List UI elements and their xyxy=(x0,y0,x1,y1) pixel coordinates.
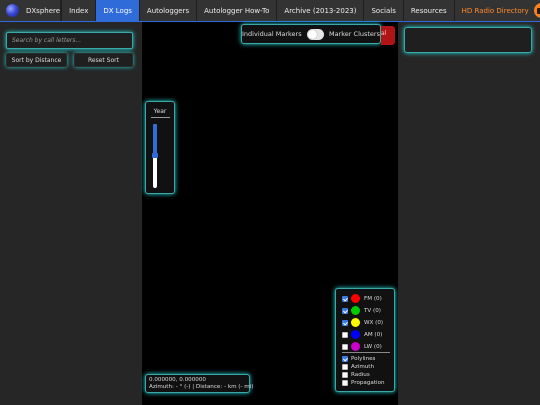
polylines-label: Polylines xyxy=(351,356,376,362)
coordinates-text: 0.000000, 0.000000 xyxy=(149,377,206,383)
legend-panel: FM (0) TV (0) WX (0) AM (0) LW (0) Polyl… xyxy=(335,288,395,392)
nav-item-socials[interactable]: Socials xyxy=(363,0,402,21)
fm-checkbox[interactable] xyxy=(342,295,348,302)
legend-item-fm[interactable]: FM (0) xyxy=(342,294,382,303)
individual-markers-label: Individual Markers xyxy=(242,30,302,38)
year-divider xyxy=(151,117,170,118)
am-label: AM (0) xyxy=(364,331,383,338)
wx-color-dot xyxy=(351,318,360,327)
station-info-panel xyxy=(404,27,532,53)
tv-color-dot xyxy=(351,306,360,315)
reset-sort-button[interactable]: Reset Sort xyxy=(74,53,133,67)
radius-checkbox[interactable] xyxy=(342,372,348,378)
nav-item-archive[interactable]: Archive (2013-2023) xyxy=(276,0,363,21)
marker-clusters-label: Marker Clusters xyxy=(329,30,380,38)
polylines-checkbox[interactable] xyxy=(342,356,348,362)
toggle-knob xyxy=(307,29,317,39)
year-slider-thumb[interactable] xyxy=(152,152,158,158)
radius-label: Radius xyxy=(351,372,370,378)
left-sidebar: Sort by Distance Reset Sort xyxy=(0,22,142,405)
year-filter-panel: Year xyxy=(145,101,175,194)
coordinates-readout: 0.000000, 0.000000 Azimuth: - ° (-) | Di… xyxy=(145,374,254,393)
sort-by-distance-button[interactable]: Sort by Distance xyxy=(6,53,67,67)
azimuth-checkbox[interactable] xyxy=(342,364,348,370)
option-azimuth[interactable]: Azimuth xyxy=(342,364,374,370)
lw-checkbox[interactable] xyxy=(342,343,348,350)
globe-icon xyxy=(6,4,19,17)
fm-color-dot xyxy=(351,294,360,303)
wx-label: WX (0) xyxy=(364,319,384,326)
legend-item-wx[interactable]: WX (0) xyxy=(342,318,383,327)
lw-color-dot xyxy=(351,342,360,351)
marker-mode-toggle: Individual Markers Marker Clusters xyxy=(241,24,381,44)
lw-label: LW (0) xyxy=(364,343,382,350)
option-radius[interactable]: Radius xyxy=(342,372,370,378)
top-nav: DXsphere Index DX Logs Autologgers Autol… xyxy=(0,0,540,21)
hd-radio-label: HD Radio Directory xyxy=(461,6,529,15)
red-tab-text: al xyxy=(381,30,387,37)
nav-item-autologger-how-to[interactable]: Autologger How-To xyxy=(196,0,276,21)
azimuth-distance-text: Azimuth: - ° (-) | Distance: - km (- mi) xyxy=(149,384,254,390)
red-tab[interactable]: al xyxy=(381,26,395,45)
brand[interactable]: DXsphere xyxy=(0,0,62,21)
legend-item-lw[interactable]: LW (0) xyxy=(342,342,382,351)
nav-item-index[interactable]: Index xyxy=(61,0,95,21)
year-label: Year xyxy=(153,108,167,115)
marker-cluster-switch[interactable] xyxy=(306,28,324,40)
am-color-dot xyxy=(351,330,360,339)
legend-divider xyxy=(342,352,390,353)
azimuth-label: Azimuth xyxy=(351,364,375,370)
am-checkbox[interactable] xyxy=(342,331,348,338)
propagation-label: Propagation xyxy=(351,380,385,386)
search-input[interactable] xyxy=(6,32,133,49)
app-root: DXsphere Index DX Logs Autologgers Autol… xyxy=(0,0,540,405)
nav-item-dx-logs[interactable]: DX Logs xyxy=(95,0,139,21)
legend-item-am[interactable]: AM (0) xyxy=(342,330,382,339)
nav-item-resources[interactable]: Resources xyxy=(402,0,454,21)
legend-item-tv[interactable]: TV (0) xyxy=(342,306,381,315)
right-sidebar xyxy=(398,22,540,405)
nav-item-hd-radio-directory[interactable]: HD Radio Directory xyxy=(453,0,540,21)
option-polylines[interactable]: Polylines xyxy=(342,356,375,362)
tv-label: TV (0) xyxy=(364,307,381,314)
brand-name: DXsphere xyxy=(26,6,61,15)
wx-checkbox[interactable] xyxy=(342,319,348,326)
propagation-checkbox[interactable] xyxy=(342,380,348,386)
option-propagation[interactable]: Propagation xyxy=(342,380,385,386)
nav-item-autologgers[interactable]: Autologgers xyxy=(138,0,196,21)
fm-label: FM (0) xyxy=(364,295,382,302)
folder-icon[interactable] xyxy=(533,3,540,18)
year-slider-fill xyxy=(153,124,157,155)
tv-checkbox[interactable] xyxy=(342,307,348,314)
